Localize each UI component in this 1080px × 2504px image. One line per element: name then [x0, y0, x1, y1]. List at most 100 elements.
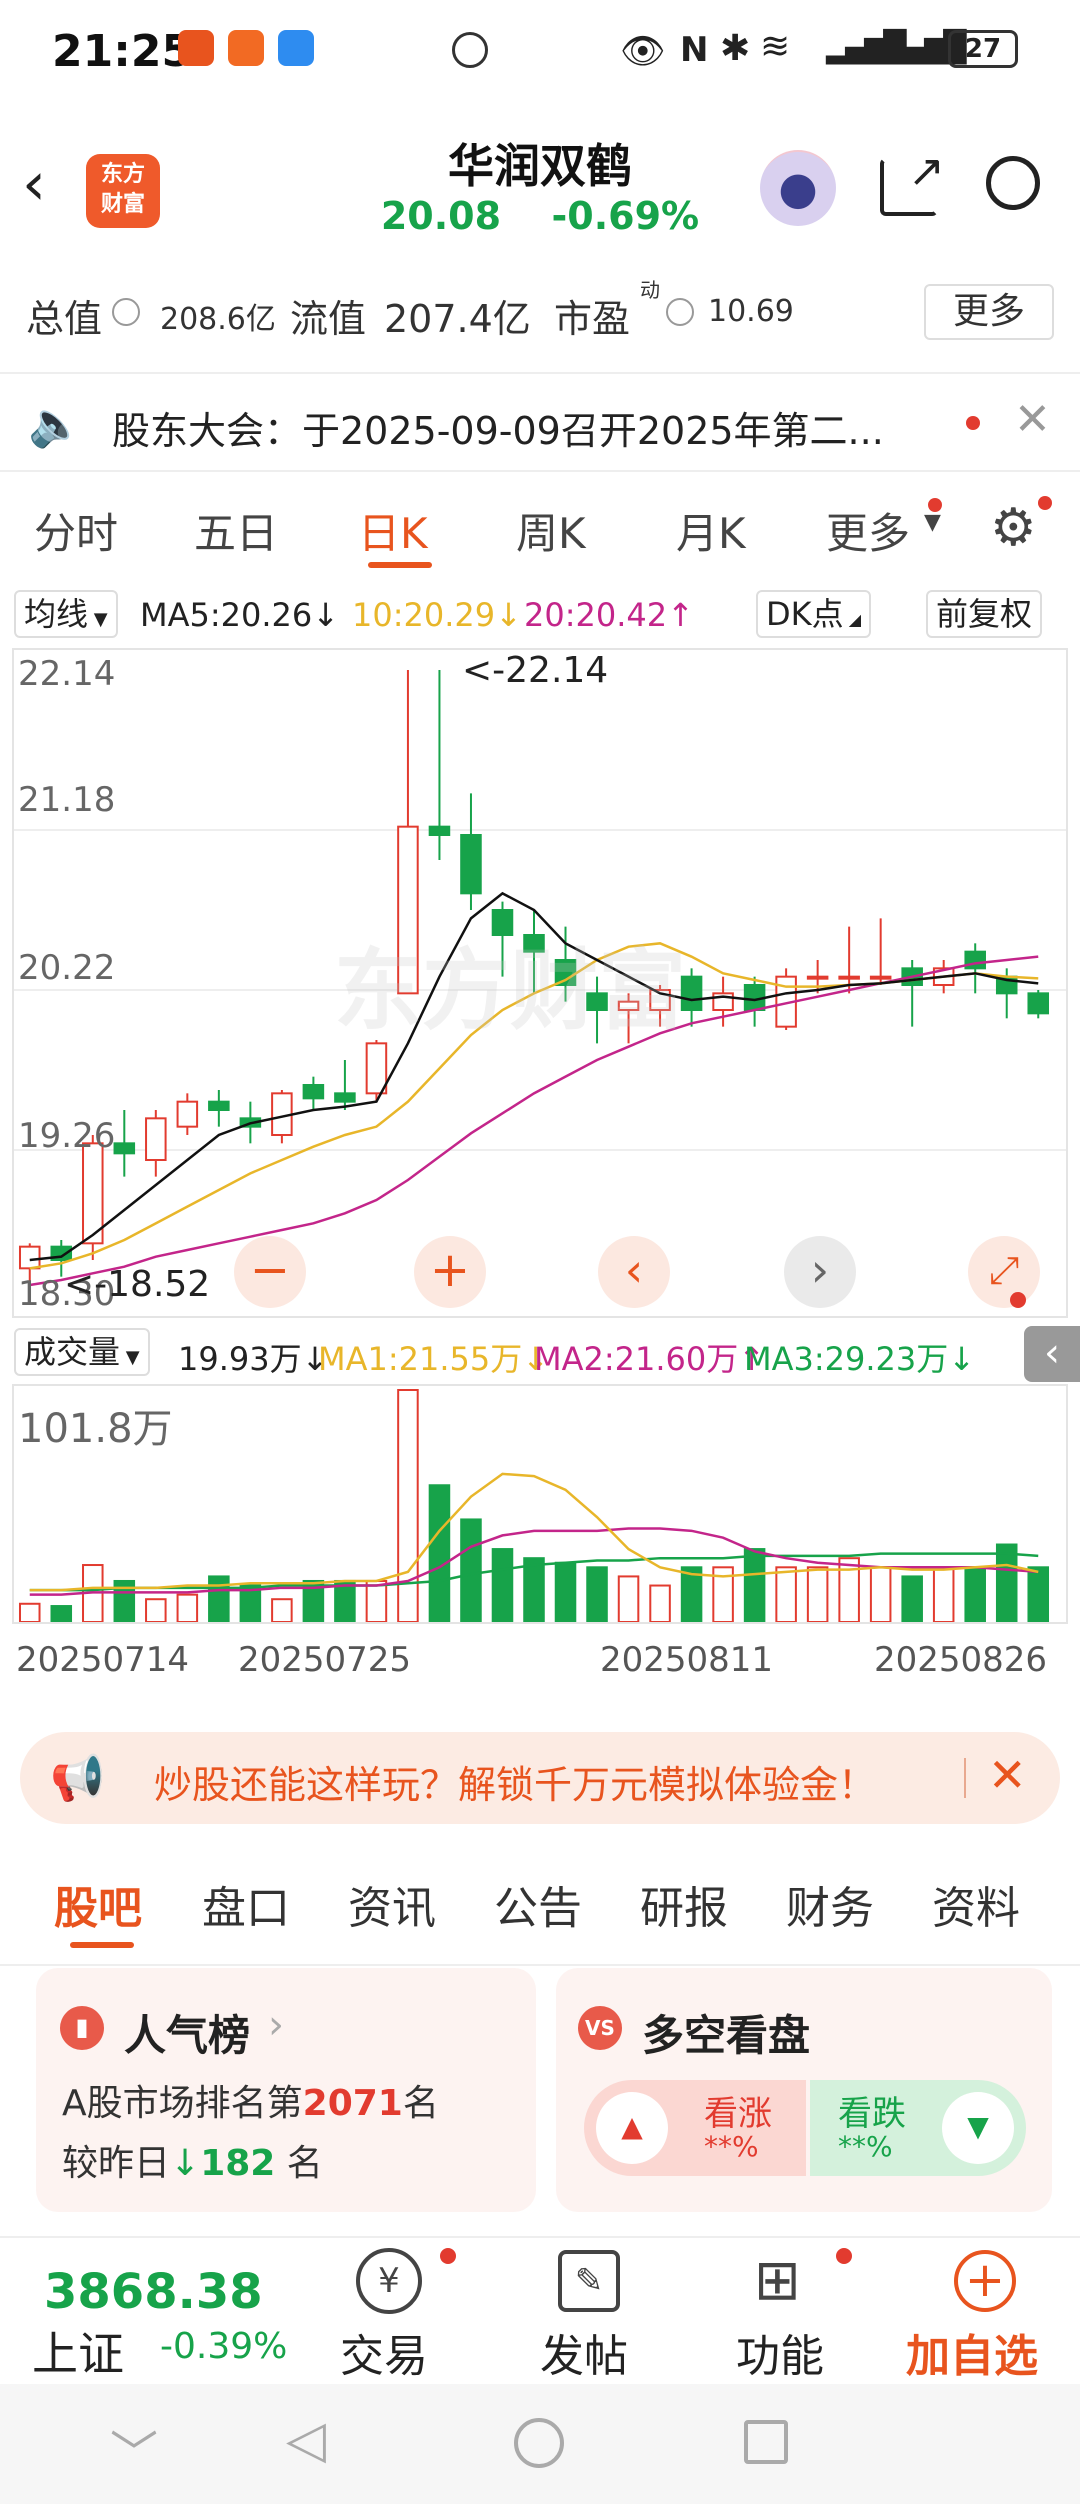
tab-research[interactable]: 研报 [640, 1872, 728, 1936]
eye-icon: 👁 [620, 31, 666, 72]
dk-point-button[interactable]: DK点 ◢ [756, 590, 872, 638]
info-icon[interactable] [112, 298, 140, 326]
index-name: 上证 [32, 2327, 124, 2381]
hd-call-icon [452, 32, 488, 68]
tab-news[interactable]: 资讯 [348, 1872, 436, 1936]
y-tick-label: 20.22 [18, 948, 116, 988]
tab-finance[interactable]: 财务 [786, 1872, 874, 1936]
stock-change: -0.69% [551, 194, 700, 238]
zoom-in-button[interactable]: + [414, 1236, 486, 1308]
volume-bar [428, 1484, 451, 1622]
bearish-button[interactable]: 看跌 **% ▼ [810, 2080, 1026, 2176]
ma5-value: MA5:20.26↓ [140, 596, 340, 634]
tab-guba[interactable]: 股吧 [54, 1872, 142, 1936]
nav-home-icon[interactable] [514, 2418, 564, 2468]
promo-banner[interactable]: 📢 炒股还能这样玩？解锁千万元模拟体验金！ ✕ [20, 1732, 1060, 1824]
candle-body [806, 975, 829, 980]
index-change: -0.39% [160, 2326, 288, 2367]
bottom-toolbar: 3868.38 上证 -0.39% ¥ 交易 ✎ 发帖 ⊞ 功能 + 加自选 [0, 2236, 1080, 2384]
bullish-label: 看涨 [704, 2094, 772, 2134]
post-label: 发帖 [540, 2331, 628, 2382]
volume-bar [271, 1598, 293, 1622]
share-arrow-icon: ↗ [908, 146, 945, 197]
app-notification-icon [228, 30, 264, 66]
tab-profile[interactable]: 资料 [932, 1872, 1020, 1936]
search-icon[interactable] [986, 156, 1040, 210]
volume-bar [838, 1557, 860, 1622]
volume-bar [932, 1566, 955, 1622]
float-value-label: 流值 [290, 297, 367, 341]
megaphone-icon: 📢 [50, 1753, 105, 1804]
volume-bar [208, 1575, 230, 1622]
market-rank: A股市场排名第2071名 [62, 2083, 439, 2124]
zoom-out-button[interactable]: − [234, 1236, 306, 1308]
fullscreen-button[interactable]: ⤢ [968, 1236, 1040, 1308]
red-dot [836, 2248, 852, 2264]
candle-body [113, 1142, 136, 1155]
volume-bar [775, 1566, 797, 1622]
red-dot [966, 416, 980, 430]
volume-chart[interactable]: 101.8万 [12, 1384, 1068, 1624]
volume-value: 19.93万↓ [178, 1340, 329, 1378]
close-icon[interactable]: ✕ [988, 1748, 1027, 1802]
gear-icon[interactable]: ⚙ [990, 498, 1037, 558]
vol-ma1-value: MA1:21.55万↓ [318, 1340, 550, 1378]
nav-back-icon[interactable]: ◁ [286, 2410, 326, 2470]
popularity-card[interactable]: ▮ 人气榜 › A股市场排名第2071名 较昨日↓182 名 [36, 1968, 536, 2212]
dropdown-icon: ▼ [924, 510, 941, 535]
app-notification-icon [178, 30, 214, 66]
volume-bar [523, 1557, 545, 1622]
candle-body [208, 1100, 230, 1111]
tab-monthly-k[interactable]: 月K [676, 500, 746, 561]
candle-body [334, 1092, 356, 1103]
volume-max-label: 101.8万 [18, 1406, 173, 1452]
volume-bar [50, 1605, 73, 1622]
scroll-left-button[interactable]: ‹ [598, 1236, 670, 1308]
grid-icon: ⊞ [754, 2248, 801, 2313]
close-icon[interactable]: ✕ [1014, 394, 1051, 445]
adjust-type-button[interactable]: 前复权 [926, 590, 1043, 638]
down-arrow-icon: ↓ [170, 2143, 201, 2184]
more-button[interactable]: 更多 [924, 284, 1054, 340]
tab-intraday[interactable]: 分时 [34, 500, 118, 561]
volume-bar [554, 1561, 577, 1622]
nav-down-icon[interactable]: ﹀ [110, 2414, 158, 2484]
trade-button[interactable]: ¥ 交易 [330, 2238, 456, 2386]
volume-type-select[interactable]: 成交量 ▼ [14, 1328, 150, 1376]
sentiment-title: 多空看盘 [642, 2011, 811, 2060]
rank-number: 2071 [302, 2083, 403, 2124]
system-nav-bar: ﹀ ◁ [0, 2384, 1080, 2504]
collapse-tab-button[interactable]: ‹ [1024, 1326, 1080, 1382]
candle-body [145, 1117, 167, 1162]
red-dot [1038, 496, 1052, 510]
nav-recents-icon[interactable] [744, 2420, 788, 2464]
tab-five-day[interactable]: 五日 [194, 500, 278, 561]
tab-weekly-k[interactable]: 周K [516, 500, 586, 561]
kline-chart[interactable]: 东方财富 22.14 21.18 20.22 19.26 18.30 <-22.… [12, 648, 1068, 1318]
volume-bar [649, 1584, 671, 1622]
high-price-label: <-22.14 [462, 650, 609, 691]
bullish-button[interactable]: ▲ 看涨 **% [584, 2080, 806, 2176]
float-value: 207.4亿 [384, 297, 531, 341]
y-tick-label: 19.26 [18, 1116, 116, 1156]
volume-bar [617, 1575, 640, 1622]
rank-change: 较昨日↓182 名 [62, 2143, 323, 2184]
function-button[interactable]: ⊞ 功能 [726, 2238, 852, 2386]
index-widget[interactable]: 3868.38 上证 -0.39% [0, 2238, 300, 2386]
scroll-right-button[interactable]: › [784, 1236, 856, 1308]
robot-assistant-icon[interactable] [760, 150, 836, 226]
weather-icon [278, 30, 314, 66]
bearish-value: **% [838, 2130, 893, 2163]
tab-daily-k[interactable]: 日K [358, 500, 428, 561]
post-button[interactable]: ✎ 发帖 [530, 2238, 650, 2386]
bullish-value: **% [704, 2130, 759, 2163]
tab-announcements[interactable]: 公告 [494, 1872, 582, 1936]
add-watchlist-button[interactable]: + 加自选 [900, 2238, 1070, 2386]
info-icon[interactable] [666, 298, 694, 326]
notice-bar[interactable]: 🔈 股东大会：于2025-09-09召开2025年第二... ✕ [0, 372, 1080, 472]
tab-more[interactable]: 更多 [826, 500, 910, 561]
volume-bar [18, 1602, 41, 1622]
ma-type-select[interactable]: 均线 ▼ [14, 590, 118, 638]
ma-indicator-row: 均线 ▼ MA5:20.26↓ 10:20.29↓ 20:20.42↑ DK点 … [0, 588, 1080, 642]
tab-pankou[interactable]: 盘口 [202, 1872, 290, 1936]
